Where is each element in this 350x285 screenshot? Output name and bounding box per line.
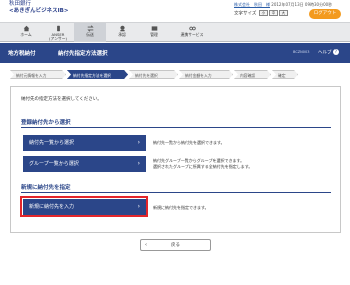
- approval-icon: [119, 25, 125, 32]
- group-list-description: 納付先グループ一覧からグループを選択できます。 選択されたグループに所属する全納…: [153, 158, 252, 169]
- step-item: 納付金額を入力: [179, 70, 233, 79]
- nav-admin-label: 管理: [150, 32, 158, 37]
- page-category: 地方税納付: [8, 51, 36, 57]
- logout-button[interactable]: ログアウト: [309, 9, 341, 19]
- nav-link-service-label: 連携サービス: [180, 32, 204, 37]
- back-label: 戻る: [171, 243, 180, 248]
- font-size-label: 文字サイズ: [234, 11, 257, 17]
- phone-icon: [56, 25, 60, 32]
- description-line: 選択されたグループに所属する全納付先を指定します。: [153, 163, 253, 169]
- highlight-box: [20, 196, 148, 217]
- step-item-current: 納付先指定方法を選択: [67, 70, 128, 79]
- section-heading-new: 新規に納付先を指定: [21, 185, 71, 191]
- help-link[interactable]: ヘルプ ?: [318, 49, 339, 56]
- user-info: 株式会社 秋田 様 2012年07月13日 09時30分00秒: [234, 2, 332, 8]
- main-panel: 納付先の指定方法を選択してください。 登録納付先から選択 納付先一覧から選択 ›…: [10, 86, 341, 233]
- select-from-payee-list-button[interactable]: 納付先一覧から選択 ›: [23, 135, 146, 151]
- step-item: 内容確認: [234, 70, 271, 79]
- step-item: 確定: [272, 70, 298, 79]
- new-payee-description: 新規に納付先を指定できます。: [153, 205, 209, 211]
- nav-transfer-label: 伝送: [86, 32, 94, 37]
- admin-icon: [151, 26, 157, 31]
- back-button[interactable]: ‹ 戻る: [140, 239, 211, 251]
- nav-anser[interactable]: ANSER (アンサー): [42, 23, 74, 42]
- font-size-control: 文字サイズ 小中大: [234, 10, 288, 17]
- nav-transfer[interactable]: 伝送: [74, 23, 106, 42]
- chevron-right-icon: ›: [137, 160, 140, 167]
- description-line: 納付先グループ一覧からグループを選択できます。: [153, 158, 245, 163]
- nav-approval[interactable]: 承認: [106, 23, 138, 42]
- step-item: 納付先を選択: [129, 70, 178, 79]
- nav-admin[interactable]: 管理: [138, 23, 170, 42]
- nav-home-label: ホーム: [20, 32, 32, 37]
- payee-list-description: 納付先一覧から納付先を選択できます。: [153, 140, 225, 146]
- header: 秋田銀行 <あきぎんビジネスIB> 株式会社 秋田 様 2012年07月13日 …: [0, 0, 350, 19]
- chevron-left-icon: ‹: [145, 242, 147, 248]
- service-name: <あきぎんビジネスIB>: [9, 7, 69, 14]
- user-name[interactable]: 株式会社 秋田 様: [234, 2, 270, 7]
- page-title: 納付先指定方法選択: [58, 51, 108, 57]
- select-from-group-list-button[interactable]: グループ一覧から選択 ›: [23, 156, 146, 172]
- section-divider: [21, 127, 331, 128]
- bank-logo: 秋田銀行 <あきぎんビジネスIB>: [9, 1, 68, 14]
- transfer-icon: [86, 25, 94, 32]
- link-service-icon: [188, 26, 196, 31]
- last-login: 2012年07月13日 09時30分00秒: [271, 2, 333, 7]
- help-icon: ?: [332, 49, 339, 55]
- help-label: ヘルプ: [318, 50, 332, 56]
- description-line: 新規に納付先を指定できます。: [153, 205, 209, 210]
- global-nav: ホーム ANSER (アンサー) 伝送 承認 管理 連携サービス: [0, 22, 350, 42]
- nav-anser-label: ANSER (アンサー): [49, 32, 67, 42]
- instruction-text: 納付先の指定方法を選択してください。: [21, 97, 102, 102]
- screen-id: BCZN003: [293, 50, 310, 54]
- section-heading-registered: 登録納付先から選択: [21, 120, 71, 126]
- nav-approval-label: 承認: [118, 32, 126, 37]
- title-bar: 地方税納付 納付先指定方法選択 BCZN003 ヘルプ ?: [0, 43, 350, 63]
- select-from-payee-list-label: 納付先一覧から選択: [29, 140, 75, 146]
- nav-link-service[interactable]: 連携サービス: [170, 23, 214, 42]
- home-icon: [23, 25, 29, 32]
- description-line: 納付先一覧から納付先を選択できます。: [153, 140, 225, 145]
- font-size-medium-button[interactable]: 中: [268, 10, 278, 16]
- chevron-right-icon: ›: [137, 139, 140, 146]
- select-from-group-list-label: グループ一覧から選択: [29, 161, 79, 167]
- step-indicator: 納付元情報を入力 納付先指定方法を選択 納付先を選択 納付金額を入力 内容確認 …: [10, 70, 340, 79]
- font-size-small-button[interactable]: 小: [258, 10, 268, 16]
- section-divider: [21, 192, 331, 193]
- step-item: 納付元情報を入力: [10, 70, 66, 79]
- font-size-large-button[interactable]: 大: [278, 10, 288, 16]
- nav-home[interactable]: ホーム: [10, 23, 42, 42]
